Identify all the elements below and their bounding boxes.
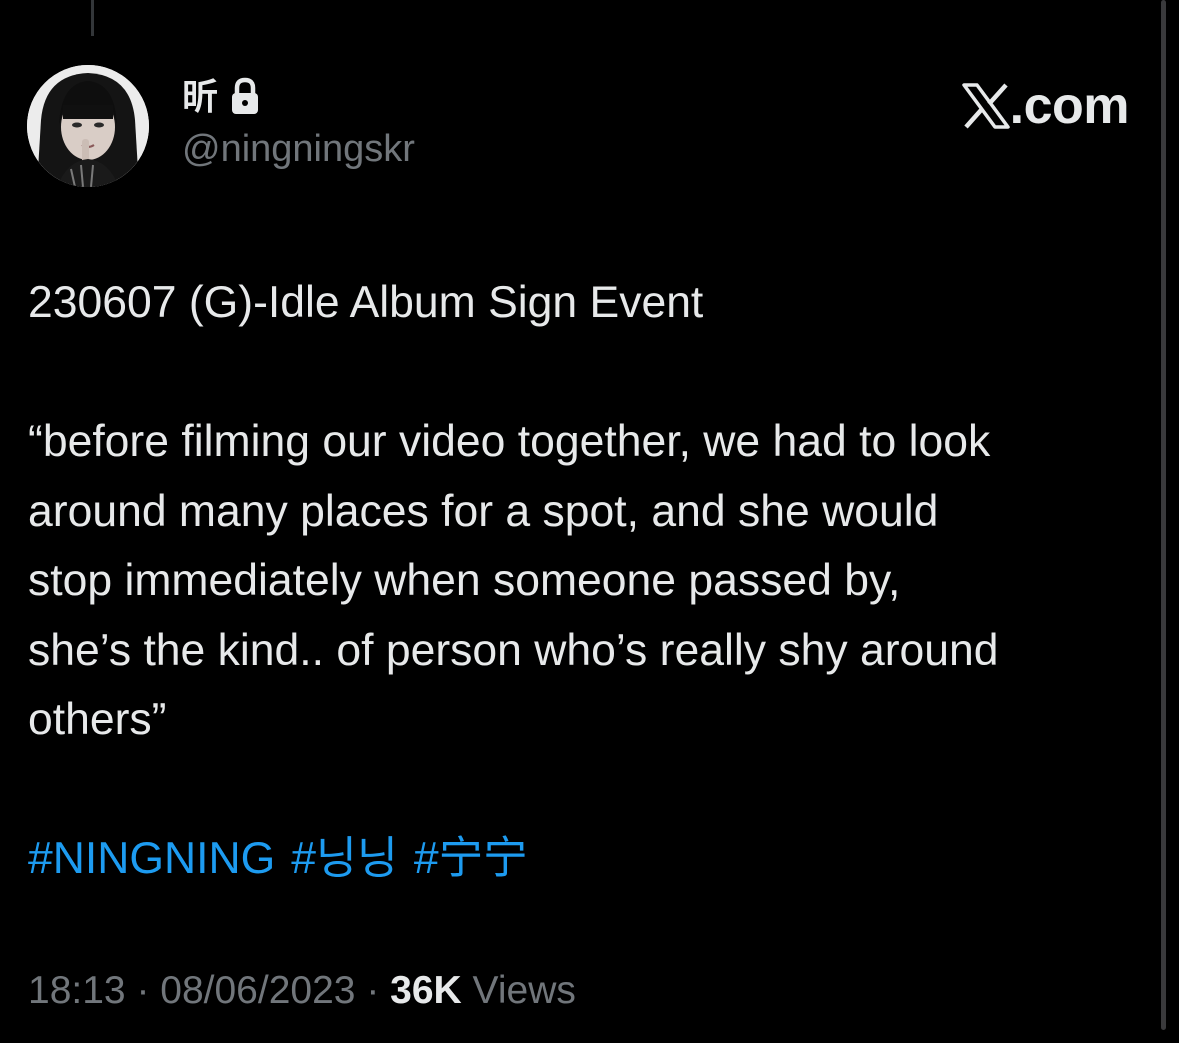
hashtag-link[interactable]: #닝닝 — [291, 824, 398, 894]
hashtag-link[interactable]: #宁宁 — [414, 824, 528, 894]
tweet-title-line: 230607 (G)-Idle Album Sign Event — [28, 278, 704, 327]
author-display-name[interactable]: 昕 — [182, 75, 218, 119]
tweet-time[interactable]: 18:13 — [28, 969, 126, 1012]
lock-icon — [228, 77, 262, 117]
hashtag-link[interactable]: #NINGNING — [28, 824, 275, 894]
tweet-quote-line: others” — [28, 695, 167, 744]
tweet-quote-line: “before filming our video together, we h… — [28, 417, 991, 466]
tweet-date[interactable]: 08/06/2023 — [160, 969, 355, 1012]
tweet-text: 230607 (G)-Idle Album Sign Event “before… — [28, 268, 1158, 894]
scrollbar[interactable] — [1161, 0, 1166, 1030]
brand-domain-text: .com — [1009, 77, 1130, 135]
x-logo-icon — [961, 83, 1010, 129]
tweet-meta: 18:13 · 08/06/2023 · 36K Views — [28, 966, 576, 1016]
views-label: Views — [461, 969, 576, 1012]
author-name-row[interactable]: 昕 — [182, 75, 262, 119]
meta-separator: · — [125, 969, 161, 1012]
avatar[interactable] — [27, 65, 149, 187]
author-handle[interactable]: @ningningskr — [182, 126, 415, 172]
avatar-image — [27, 65, 149, 187]
tweet-quote-line: around many places for a spot, and she w… — [28, 486, 939, 536]
meta-separator: · — [355, 969, 391, 1012]
brand-watermark: .com — [961, 76, 1130, 136]
thread-connector-line — [91, 0, 94, 36]
hashtag-row: #NINGNING #닝닝 #宁宁 — [28, 824, 1158, 894]
views-count[interactable]: 36K — [390, 969, 462, 1012]
tweet-quote-line: stop immediately when someone passed by, — [28, 556, 901, 605]
tweet-quote-line: she’s the kind.. of person who’s really … — [28, 625, 999, 675]
